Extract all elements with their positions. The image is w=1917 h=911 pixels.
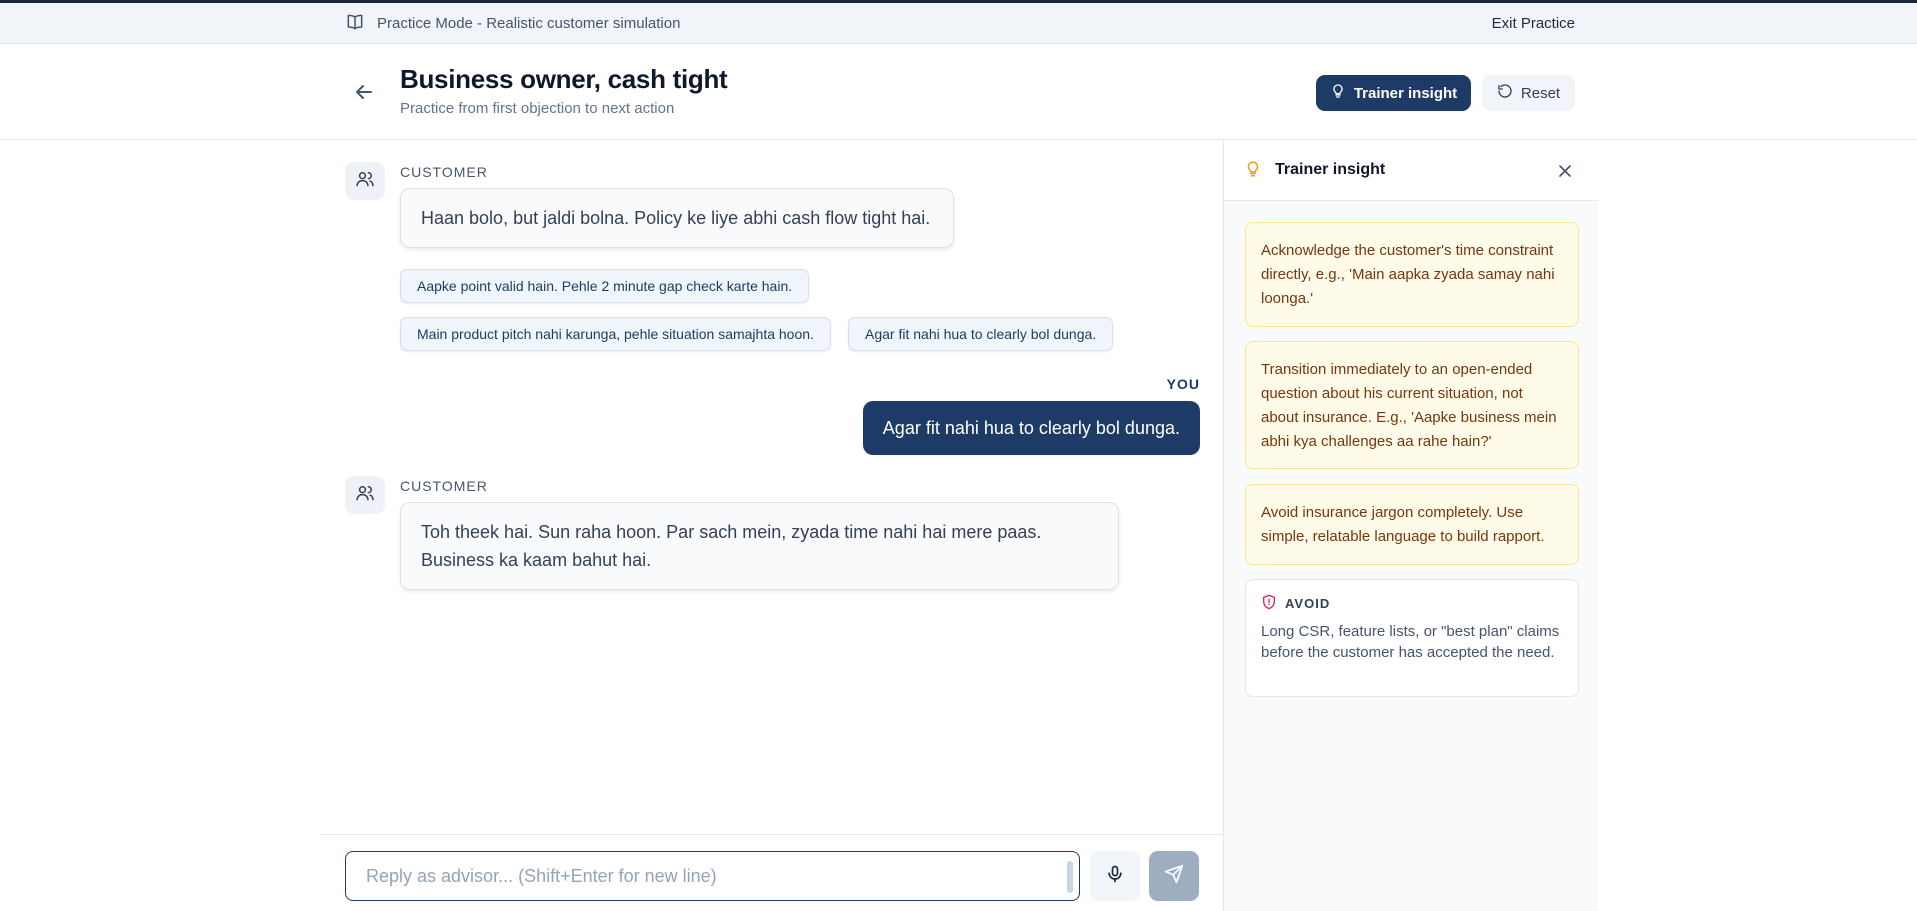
- book-icon: [345, 12, 365, 36]
- avoid-label: AVOID: [1285, 596, 1331, 611]
- suggestion-chip[interactable]: Aapke point valid hain. Pehle 2 minute g…: [400, 269, 810, 303]
- mic-button[interactable]: [1090, 851, 1140, 901]
- page-subtitle: Practice from first objection to next ac…: [400, 100, 675, 117]
- practice-banner: Practice Mode - Realistic customer simul…: [0, 3, 1917, 44]
- customer-message: Toh theek hai. Sun raha hoon. Par sach m…: [400, 502, 1119, 590]
- insight-tip: Acknowledge the customer's time constrai…: [1245, 222, 1579, 327]
- suggestion-chip[interactable]: Main product pitch nahi karunga, pehle s…: [400, 317, 831, 351]
- back-arrow-icon[interactable]: [352, 80, 376, 104]
- insight-tip: Avoid insurance jargon completely. Use s…: [1245, 484, 1579, 565]
- you-role-label: YOU: [1166, 376, 1200, 392]
- close-icon[interactable]: [1555, 161, 1575, 181]
- avoid-text: Long CSR, feature lists, or "best plan" …: [1261, 623, 1560, 661]
- exit-practice-link[interactable]: Exit Practice: [1492, 15, 1575, 32]
- suggestion-chip[interactable]: Agar fit nahi hua to clearly bol dunga.: [848, 317, 1114, 351]
- mic-icon: [1105, 864, 1125, 889]
- customer-message: Haan bolo, but jaldi bolna. Policy ke li…: [400, 188, 954, 248]
- practice-mode-text: Practice Mode - Realistic customer simul…: [377, 15, 681, 32]
- lightbulb-icon: [1244, 160, 1262, 180]
- reset-icon: [1497, 83, 1513, 103]
- trainer-insight-panel: Trainer insight Acknowledge the customer…: [1224, 141, 1598, 911]
- avoid-card: AVOID Long CSR, feature lists, or "best …: [1245, 579, 1579, 697]
- send-button[interactable]: [1149, 851, 1199, 901]
- lightbulb-icon: [1330, 83, 1346, 103]
- panel-title: Trainer insight: [1275, 161, 1386, 178]
- customer-role-label: CUSTOMER: [400, 478, 488, 494]
- trainer-insight-button[interactable]: Trainer insight: [1316, 75, 1471, 111]
- page-title: Business owner, cash tight: [400, 64, 728, 94]
- reply-input[interactable]: [345, 851, 1080, 901]
- customer-avatar: [345, 476, 385, 514]
- users-icon: [355, 169, 375, 194]
- composer: [320, 834, 1223, 911]
- input-scrollbar[interactable]: [1067, 861, 1073, 893]
- reset-button[interactable]: Reset: [1482, 75, 1575, 111]
- customer-avatar: [345, 162, 385, 200]
- chat-area: CUSTOMER Haan bolo, but jaldi bolna. Pol…: [320, 141, 1223, 911]
- page-header: Business owner, cash tight Practice from…: [0, 44, 1917, 140]
- advisor-message: Agar fit nahi hua to clearly bol dunga.: [862, 401, 1200, 455]
- insight-tip: Transition immediately to an open-ended …: [1245, 341, 1579, 469]
- panel-header: Trainer insight: [1224, 141, 1598, 201]
- users-icon: [355, 483, 375, 508]
- send-icon: [1164, 864, 1184, 889]
- shield-alert-icon: [1261, 594, 1277, 613]
- customer-role-label: CUSTOMER: [400, 164, 488, 180]
